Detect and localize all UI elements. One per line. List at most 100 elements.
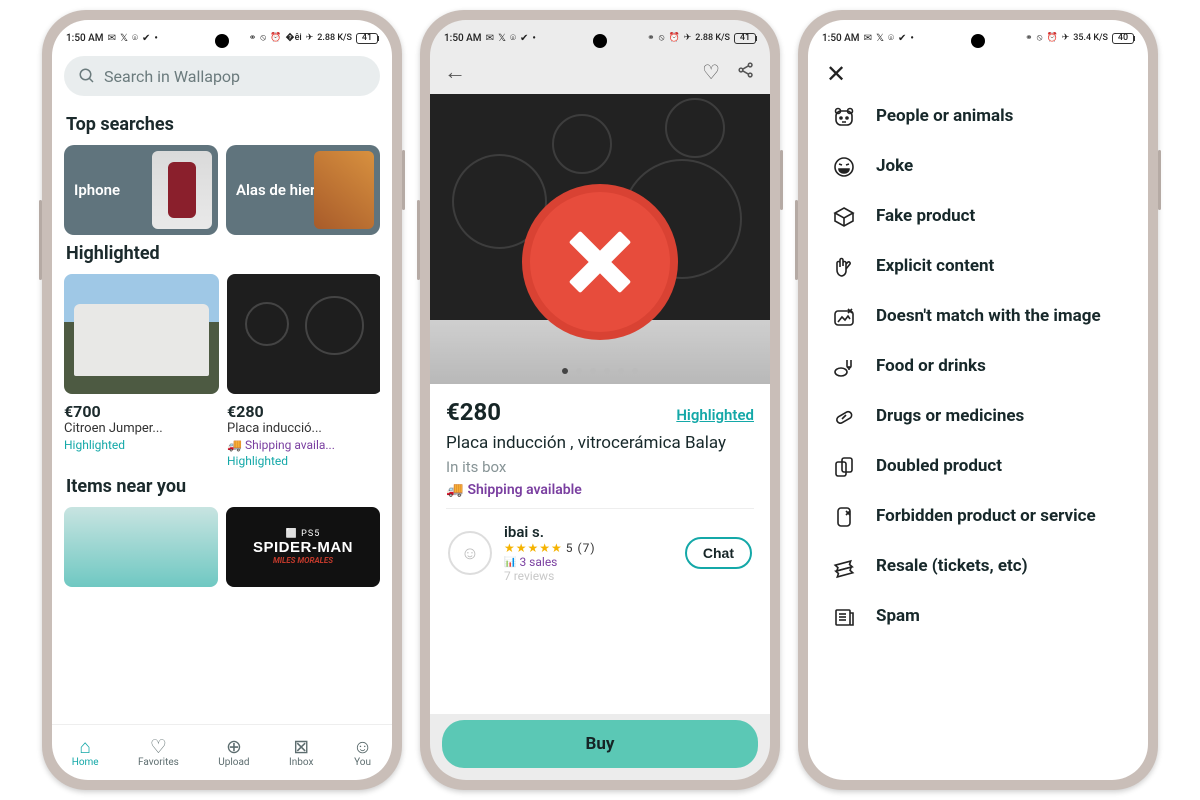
more-icon: • — [154, 33, 158, 44]
seller-reviews: 7 reviews — [504, 569, 673, 583]
report-explicit[interactable]: Explicit content — [828, 244, 1128, 290]
airplane-icon: ✈ — [306, 33, 314, 43]
nav-home[interactable]: ⌂ Home — [72, 737, 99, 768]
laugh-icon — [830, 155, 858, 179]
top-search-alas[interactable]: Alas de hierro — [226, 145, 380, 235]
shipping-label: Shipping available — [467, 482, 581, 498]
top-searches-heading: Top searches — [66, 114, 378, 135]
bottom-nav: ⌂ Home ♡ Favorites ⊕ Upload ⊠ Inbox ☺ Yo… — [52, 724, 392, 780]
chat-button[interactable]: Chat — [685, 537, 752, 569]
ig-icon: ⌾ — [132, 33, 138, 44]
truck-icon: 🚚 — [446, 482, 463, 498]
search-placeholder: Search in Wallapop — [104, 67, 240, 86]
nav-label: Favorites — [138, 757, 179, 768]
pill-icon — [830, 405, 858, 429]
report-forbidden[interactable]: Forbidden product or service — [828, 494, 1128, 540]
ticket-icon — [830, 555, 858, 579]
report-doubled[interactable]: Doubled product — [828, 444, 1128, 490]
near-item-switch[interactable] — [64, 507, 218, 587]
image-x-icon — [830, 305, 858, 329]
food-icon — [830, 355, 858, 379]
image-pagination[interactable] — [562, 368, 638, 374]
hand-icon — [830, 255, 858, 279]
report-people-animals[interactable]: People or animals — [828, 94, 1128, 140]
listing-price: €700 — [64, 402, 219, 421]
search-icon — [78, 67, 96, 85]
link-icon: ⚭ — [249, 33, 257, 43]
listing-title: Placa inducció... — [227, 421, 380, 436]
back-button[interactable]: ← — [444, 59, 466, 85]
share-button[interactable] — [736, 60, 756, 84]
listing-image-van — [64, 274, 219, 394]
seller-sales: 3 sales — [519, 555, 557, 569]
listing-card[interactable]: €700 Citroen Jumper... Highlighted — [64, 274, 219, 468]
status-time: 1:50 AM — [66, 33, 104, 44]
highlighted-badge: Highlighted — [64, 438, 219, 452]
home-icon: ⌂ — [79, 737, 90, 756]
highlighted-badge: Highlighted — [227, 454, 380, 468]
net-speed: 2.88 K/S — [317, 33, 352, 43]
ps5-label: ⬜ PS5 — [286, 529, 321, 539]
nav-label: You — [354, 757, 371, 768]
thumb-book — [314, 151, 374, 229]
report-mismatch[interactable]: Doesn't match with the image — [828, 294, 1128, 340]
highlighted-link[interactable]: Highlighted — [676, 406, 754, 424]
close-button[interactable]: ✕ — [808, 50, 1148, 88]
box-icon — [830, 205, 858, 229]
report-spam[interactable]: Spam — [828, 594, 1128, 640]
top-search-label: Iphone — [74, 181, 120, 199]
nav-favorites[interactable]: ♡ Favorites — [138, 737, 179, 768]
miles-label: MILES MORALES — [273, 556, 333, 565]
search-input[interactable]: Search in Wallapop — [64, 56, 380, 96]
highlighted-heading: Highlighted — [66, 243, 378, 264]
listing-card[interactable]: €280 Placa inducció... 🚚Shipping availa.… — [227, 274, 380, 468]
phone-x-icon — [830, 505, 858, 529]
favorite-button[interactable]: ♡ — [702, 60, 720, 84]
report-food[interactable]: Food or drinks — [828, 344, 1128, 390]
report-fake-product[interactable]: Fake product — [828, 194, 1128, 240]
buy-button[interactable]: Buy — [442, 720, 758, 768]
plus-icon: ⊕ — [226, 737, 242, 756]
spiderman-label: SPIDER-MAN — [253, 539, 353, 556]
truck-icon: 🚚 — [227, 438, 242, 452]
newspaper-icon — [830, 605, 858, 629]
near-you-heading: Items near you — [66, 476, 378, 497]
listing-title: Citroen Jumper... — [64, 421, 219, 436]
mail-icon: ✉ — [108, 33, 116, 44]
x-icon: 𝕏 — [120, 33, 128, 44]
duplicate-icon — [830, 455, 858, 479]
status-time: 1:50 AM — [822, 33, 860, 44]
alarm-icon: ⏰ — [270, 33, 281, 43]
wifi-icon: �êi — [285, 33, 301, 43]
top-search-iphone[interactable]: Iphone — [64, 145, 218, 235]
nav-label: Home — [72, 757, 99, 768]
listing-image-stove — [227, 274, 380, 394]
report-resale[interactable]: Resale (tickets, etc) — [828, 544, 1128, 590]
nav-label: Upload — [218, 757, 249, 768]
dnd-icon: ⦸ — [260, 33, 266, 43]
product-price: €280 — [446, 398, 501, 426]
product-title: Placa inducción , vitrocerámica Balay — [446, 432, 754, 454]
v-icon: ✔ — [142, 33, 150, 44]
report-drugs[interactable]: Drugs or medicines — [828, 394, 1128, 440]
nav-label: Inbox — [289, 757, 313, 768]
heart-icon: ♡ — [150, 737, 167, 756]
shipping-label: Shipping availa... — [245, 438, 335, 452]
seller-name[interactable]: ibai s. — [504, 523, 673, 541]
chart-icon: 📊 — [504, 557, 516, 568]
thumb-iphone — [152, 151, 212, 229]
product-condition: In its box — [446, 458, 754, 476]
near-item-spiderman[interactable]: ⬜ PS5 SPIDER-MAN MILES MORALES — [226, 507, 380, 587]
battery-icon: 41 — [356, 33, 378, 44]
inbox-icon: ⊠ — [293, 737, 309, 756]
forbidden-overlay-icon — [530, 192, 670, 332]
report-joke[interactable]: Joke — [828, 144, 1128, 190]
nav-you[interactable]: ☺ You — [353, 737, 372, 768]
status-time: 1:50 AM — [444, 33, 482, 44]
product-image[interactable] — [430, 94, 770, 384]
nav-upload[interactable]: ⊕ Upload — [218, 737, 249, 768]
nav-inbox[interactable]: ⊠ Inbox — [289, 737, 313, 768]
seller-avatar[interactable]: ☺ — [448, 531, 492, 575]
bear-icon — [830, 105, 858, 129]
listing-price: €280 — [227, 402, 380, 421]
